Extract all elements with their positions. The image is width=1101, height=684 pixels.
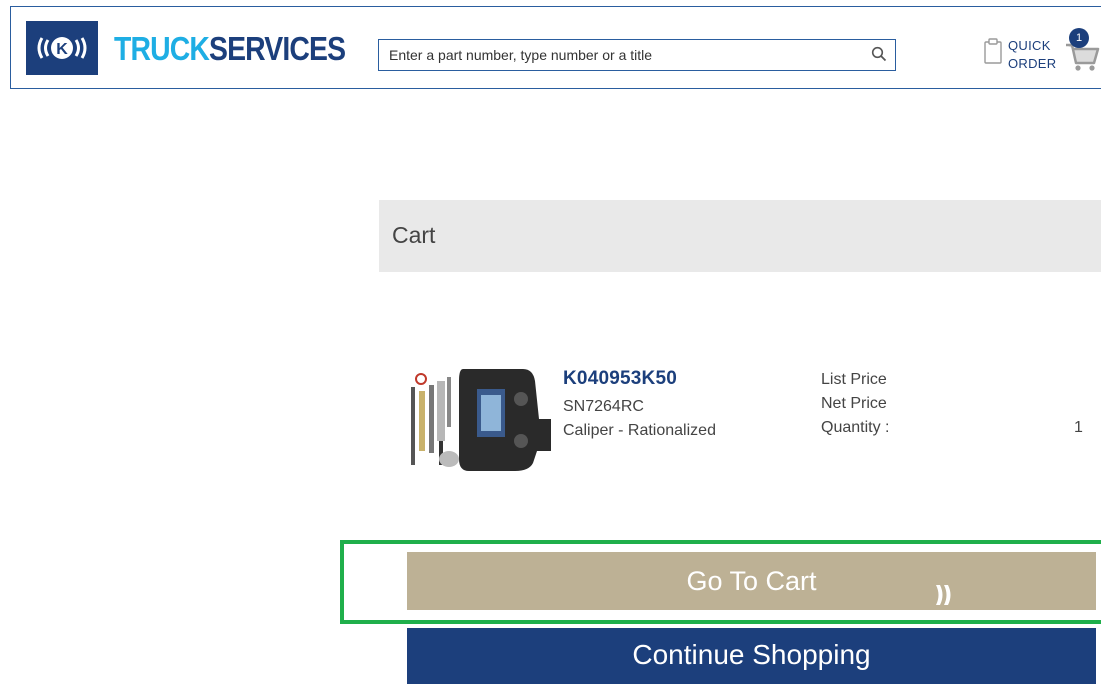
list-price-label: List Price: [821, 371, 887, 388]
cart-count-badge: 1: [1069, 28, 1089, 48]
product-title: Caliper - Rationalized: [563, 422, 716, 439]
go-to-cart-label: Go To Cart: [686, 566, 817, 596]
go-to-cart-button[interactable]: Go To Cart: [407, 552, 1096, 610]
knorr-logo[interactable]: K: [26, 21, 98, 75]
cart-header: Cart: [379, 200, 1101, 272]
continue-shopping-button[interactable]: Continue Shopping: [407, 628, 1096, 684]
quantity-value: 1: [1074, 419, 1083, 436]
knorr-logo-icon: K: [37, 37, 87, 59]
caliper-image-icon: [411, 369, 551, 471]
search-input[interactable]: [379, 40, 849, 70]
search-bar: [378, 39, 896, 71]
cart-title: Cart: [392, 222, 436, 248]
part-number-link[interactable]: K040953K50: [563, 368, 677, 390]
brand-name-part1: TRUCK: [114, 30, 210, 67]
search-icon[interactable]: [871, 46, 887, 67]
double-chevron-right-icon: [933, 569, 957, 627]
site-header: K TRUCKSERVICES QUICK ORDER: [10, 6, 1101, 89]
logo-letter: K: [56, 41, 68, 58]
brand-name-part2: SERVICES: [209, 30, 346, 67]
clipboard-icon: [984, 38, 1002, 69]
brand-name[interactable]: TRUCKSERVICES: [114, 29, 346, 69]
net-price-label: Net Price: [821, 395, 887, 412]
quantity-label: Quantity :: [821, 419, 890, 436]
product-image[interactable]: [403, 355, 553, 473]
quick-order-label: QUICK ORDER: [1008, 38, 1057, 71]
quick-order-button[interactable]: QUICK ORDER: [984, 35, 1057, 75]
type-number: SN7264RC: [563, 398, 644, 415]
